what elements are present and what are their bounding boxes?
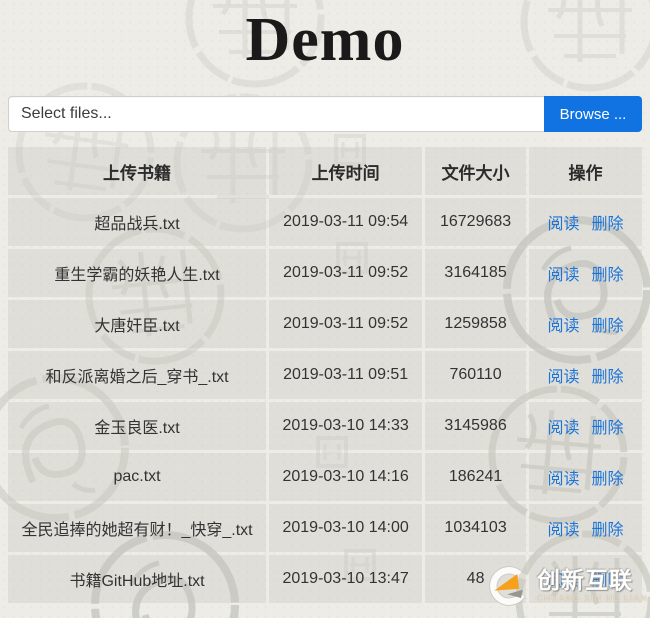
read-link[interactable]: 阅读 — [547, 573, 579, 590]
file-size: 760110 — [425, 351, 526, 399]
read-link[interactable]: 阅读 — [547, 420, 579, 437]
delete-link[interactable]: 删除 — [591, 522, 623, 539]
row-actions: 阅读 删除 — [528, 300, 642, 348]
delete-link[interactable]: 删除 — [591, 216, 623, 233]
file-name: 金玉良医.txt — [8, 402, 267, 450]
delete-link[interactable]: 删除 — [591, 420, 623, 437]
file-size: 3145986 — [425, 402, 526, 450]
header-actions: 操作 — [528, 147, 642, 195]
row-actions: 阅读 删除 — [528, 351, 642, 399]
file-name: 超品战兵.txt — [8, 198, 267, 246]
file-size: 16729683 — [425, 198, 526, 246]
browse-button[interactable]: Browse ... — [544, 96, 642, 132]
delete-link[interactable]: 删除 — [591, 318, 623, 335]
delete-link[interactable]: 删除 — [591, 267, 623, 284]
table-row: 全民追捧的她超有财！_快穿_.txt 2019-03-10 14:00 1034… — [8, 504, 642, 552]
delete-link[interactable]: 删除 — [591, 369, 623, 386]
delete-link[interactable]: 删除 — [591, 471, 623, 488]
upload-time: 2019-03-10 14:16 — [269, 453, 423, 501]
file-size: 1259858 — [425, 300, 526, 348]
read-link[interactable]: 阅读 — [547, 267, 579, 284]
read-link[interactable]: 阅读 — [547, 216, 579, 233]
files-table-container: 上传书籍 上传时间 文件大小 操作 超品战兵.txt 2019-03-11 09… — [5, 144, 645, 606]
upload-time: 2019-03-10 13:47 — [269, 555, 423, 603]
header-file-size: 文件大小 — [425, 147, 526, 195]
read-link[interactable]: 阅读 — [547, 471, 579, 488]
row-actions: 阅读 删除 — [528, 504, 642, 552]
table-row: 和反派离婚之后_穿书_.txt 2019-03-11 09:51 760110 … — [8, 351, 642, 399]
row-actions: 阅读 删除 — [528, 402, 642, 450]
table-row: 金玉良医.txt 2019-03-10 14:33 3145986 阅读 删除 — [8, 402, 642, 450]
row-actions: 阅读 删除 — [528, 249, 642, 297]
file-input-placeholder: Select files... — [21, 105, 112, 122]
table-row: pac.txt 2019-03-10 14:16 186241 阅读 删除 — [8, 453, 642, 501]
file-name: 大唐奸臣.txt — [8, 300, 267, 348]
read-link[interactable]: 阅读 — [547, 369, 579, 386]
row-actions: 阅读 删除 — [528, 453, 642, 501]
upload-time: 2019-03-11 09:52 — [269, 249, 423, 297]
upload-time: 2019-03-11 09:52 — [269, 300, 423, 348]
upload-time: 2019-03-10 14:33 — [269, 402, 423, 450]
row-actions: 阅读 删除 — [528, 198, 642, 246]
table-row: 书籍GitHub地址.txt 2019-03-10 13:47 48 阅读 删除 — [8, 555, 642, 603]
file-size: 3164185 — [425, 249, 526, 297]
table-row: 重生学霸的妖艳人生.txt 2019-03-11 09:52 3164185 阅… — [8, 249, 642, 297]
table-row: 大唐奸臣.txt 2019-03-11 09:52 1259858 阅读 删除 — [8, 300, 642, 348]
file-name: 书籍GitHub地址.txt — [8, 555, 267, 603]
table-row: 超品战兵.txt 2019-03-11 09:54 16729683 阅读 删除 — [8, 198, 642, 246]
row-actions: 阅读 删除 — [528, 555, 642, 603]
header-upload-time: 上传时间 — [269, 147, 423, 195]
file-name: 和反派离婚之后_穿书_.txt — [8, 351, 267, 399]
upload-time: 2019-03-11 09:54 — [269, 198, 423, 246]
table-header-row: 上传书籍 上传时间 文件大小 操作 — [8, 147, 642, 195]
file-size: 48 — [425, 555, 526, 603]
read-link[interactable]: 阅读 — [547, 522, 579, 539]
upload-time: 2019-03-10 14:00 — [269, 504, 423, 552]
file-name: pac.txt — [8, 453, 267, 501]
file-select-input[interactable]: Select files... — [8, 96, 544, 132]
file-size: 186241 — [425, 453, 526, 501]
files-table: 上传书籍 上传时间 文件大小 操作 超品战兵.txt 2019-03-11 09… — [5, 144, 645, 606]
header-book-name: 上传书籍 — [8, 147, 267, 195]
file-size: 1034103 — [425, 504, 526, 552]
delete-link[interactable]: 删除 — [591, 573, 623, 590]
upload-time: 2019-03-11 09:51 — [269, 351, 423, 399]
read-link[interactable]: 阅读 — [547, 318, 579, 335]
file-upload-group: Select files... Browse ... — [8, 96, 642, 132]
file-name: 全民追捧的她超有财！_快穿_.txt — [8, 504, 267, 552]
page-title: Demo — [245, 6, 405, 74]
file-name: 重生学霸的妖艳人生.txt — [8, 249, 267, 297]
